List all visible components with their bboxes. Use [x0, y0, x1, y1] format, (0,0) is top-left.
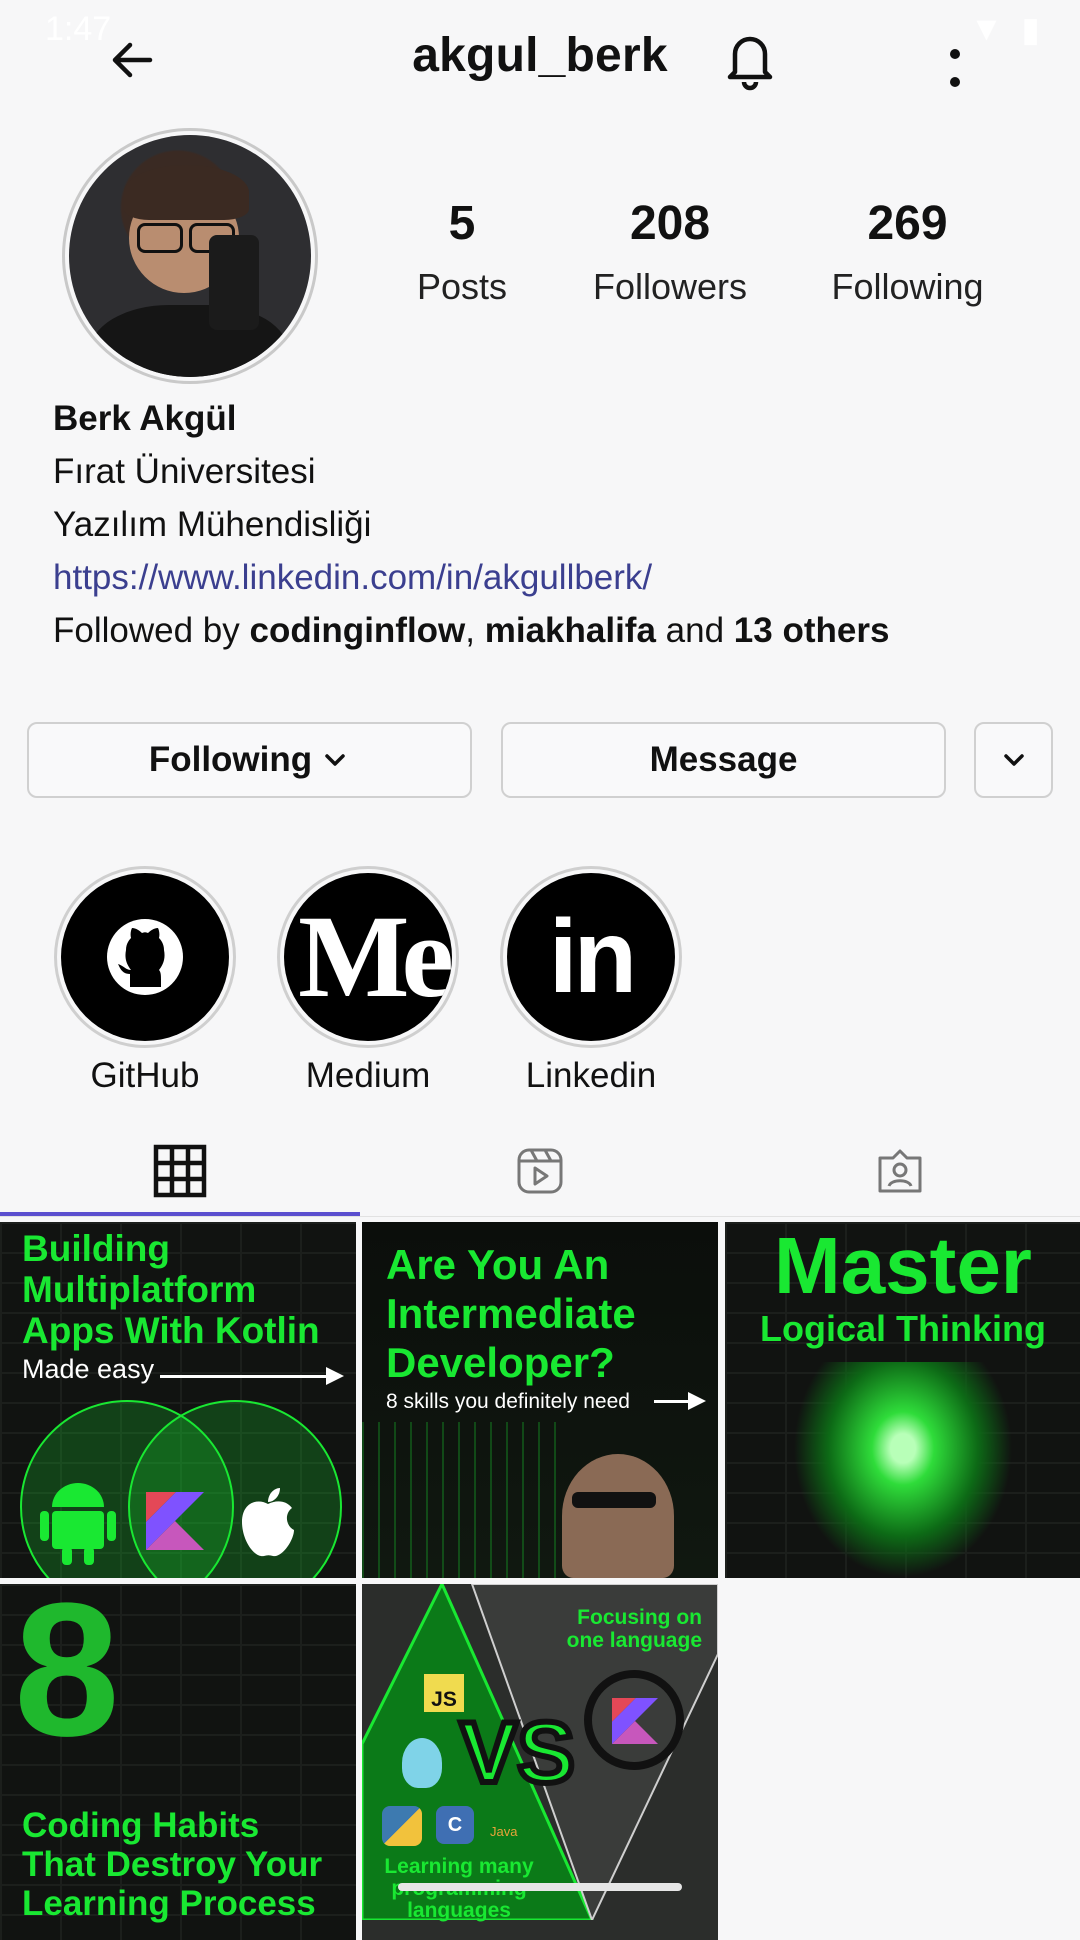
matrix-rain	[362, 1422, 562, 1578]
profile-username-title: akgul_berk	[412, 29, 668, 82]
profile-full-name: Berk Akgül	[53, 399, 237, 438]
versus-label: VS	[457, 1702, 578, 1804]
highlight-linkedin[interactable]: in Linkedin	[500, 866, 682, 1096]
post-caption-line: Learning many	[384, 1855, 534, 1878]
stat-following-count: 269	[867, 197, 948, 250]
post-subtitle: Made easy	[22, 1354, 155, 1384]
post-title-line: Master	[774, 1222, 1032, 1310]
kotlin-icon	[146, 1492, 204, 1550]
tagged-user-icon	[878, 1149, 922, 1193]
followed-by[interactable]: Followed by codinginflow, miakhalifa and…	[53, 604, 1053, 657]
highlight-ring: Me	[277, 866, 459, 1048]
stat-followers-label: Followers	[592, 266, 748, 307]
following-button[interactable]: Following	[27, 722, 472, 798]
post-title-line: Learning Process	[22, 1884, 316, 1923]
bio-line: Yazılım Mühendisliği	[53, 505, 372, 544]
highlight-ring	[54, 866, 236, 1048]
tab-tagged[interactable]	[720, 1130, 1080, 1212]
followed-by-separator: ,	[465, 611, 485, 650]
post-title-line: Coding Habits	[22, 1806, 260, 1845]
post-title-line: Intermediate	[386, 1290, 636, 1337]
highlight-medium[interactable]: Me Medium	[277, 866, 459, 1096]
post-thumbnail[interactable]: Master Logical Thinking	[725, 1222, 1080, 1578]
brain-glow-image	[793, 1362, 1013, 1578]
arrow-line	[160, 1375, 340, 1378]
linkedin-icon: in	[507, 873, 675, 1041]
stat-posts-label: Posts	[416, 266, 508, 307]
stat-following[interactable]: 269 Following	[815, 200, 1000, 308]
tab-posts-grid[interactable]	[0, 1130, 360, 1212]
chevron-down-icon	[1003, 754, 1024, 766]
stat-followers[interactable]: 208 Followers	[580, 200, 760, 308]
post-title-line: That Destroy Your	[22, 1845, 323, 1884]
followed-by-others: 13 others	[733, 611, 890, 650]
java-icon: Java	[490, 1824, 518, 1839]
highlight-label: Medium	[305, 1056, 431, 1095]
grid-icon	[153, 1144, 207, 1198]
post-title-line: Building	[22, 1228, 170, 1269]
javascript-icon: JS	[424, 1674, 464, 1712]
highlight-ring: in	[500, 866, 682, 1048]
stat-posts-count: 5	[448, 197, 476, 250]
stat-following-label: Following	[831, 266, 984, 307]
arrow-line	[654, 1400, 692, 1403]
android-icon	[40, 1483, 116, 1565]
chevron-down-icon	[325, 754, 345, 766]
post-title-line: Apps With Kotlin	[22, 1310, 320, 1351]
post-title-line: Are You An	[386, 1241, 610, 1288]
post-thumbnail[interactable]: Are You An Intermediate Developer? 8 ski…	[362, 1222, 718, 1578]
following-button-label: Following	[148, 740, 313, 779]
arrow-head-icon	[688, 1392, 706, 1410]
post-title-line: Logical Thinking	[760, 1308, 1046, 1349]
stat-posts[interactable]: 5 Posts	[402, 200, 522, 308]
kotlin-icon	[612, 1698, 658, 1744]
post-caption-line: languages	[407, 1899, 511, 1922]
more-options-button[interactable]	[930, 28, 980, 98]
top-bar: akgul_berk	[0, 0, 1080, 115]
arrow-head-icon	[326, 1367, 344, 1385]
apple-icon	[242, 1488, 294, 1557]
cpp-icon: C	[436, 1806, 474, 1844]
post-title-line: Developer?	[386, 1339, 615, 1386]
post-subtitle: 8 skills you definitely need	[386, 1390, 630, 1413]
medium-mark: Me	[298, 891, 452, 1022]
person-photo	[562, 1454, 674, 1578]
bio-line: Fırat Üniversitesi	[53, 452, 316, 491]
active-tab-indicator	[0, 1212, 360, 1216]
avatar-photo	[69, 135, 311, 377]
suggested-accounts-button[interactable]	[974, 722, 1053, 798]
highlight-label: Linkedin	[525, 1056, 657, 1095]
message-button[interactable]: Message	[501, 722, 946, 798]
profile-avatar[interactable]	[62, 128, 318, 384]
python-icon	[382, 1806, 422, 1846]
tab-divider	[0, 1216, 1080, 1217]
post-thumbnail[interactable]: 8 Coding Habits That Destroy Your Learni…	[0, 1584, 356, 1940]
reels-icon	[517, 1148, 563, 1194]
highlight-github[interactable]: GitHub	[54, 866, 236, 1096]
post-caption-line: one language	[566, 1629, 702, 1652]
medium-icon: Me	[284, 873, 452, 1041]
bio-link[interactable]: https://www.linkedin.com/in/akgullberk/	[53, 551, 1053, 604]
post-big-number: 8	[14, 1584, 120, 1776]
notifications-button[interactable]	[715, 24, 785, 94]
followed-by-user: codinginflow	[249, 611, 466, 650]
stat-followers-count: 208	[629, 197, 711, 250]
followed-by-and: and	[655, 611, 734, 650]
bell-icon	[727, 36, 773, 91]
home-indicator	[398, 1883, 682, 1891]
post-thumbnail[interactable]: Building Multiplatform Apps With Kotlin …	[0, 1222, 356, 1578]
tab-reels[interactable]	[360, 1130, 720, 1212]
linkedin-mark: in	[548, 898, 637, 1015]
github-icon	[61, 873, 229, 1041]
go-gopher-icon	[402, 1738, 442, 1788]
post-caption-line: Focusing on	[577, 1606, 702, 1629]
post-title-line: Multiplatform	[22, 1269, 257, 1310]
sunglasses	[572, 1492, 656, 1508]
followed-by-prefix: Followed by	[53, 611, 250, 650]
message-button-label: Message	[649, 740, 798, 779]
more-vertical-icon	[950, 49, 960, 87]
profile-bio: Berk Akgül Fırat Üniversitesi Yazılım Mü…	[53, 392, 1053, 657]
followed-by-user: miakhalifa	[484, 611, 656, 650]
highlight-label: GitHub	[90, 1056, 200, 1095]
